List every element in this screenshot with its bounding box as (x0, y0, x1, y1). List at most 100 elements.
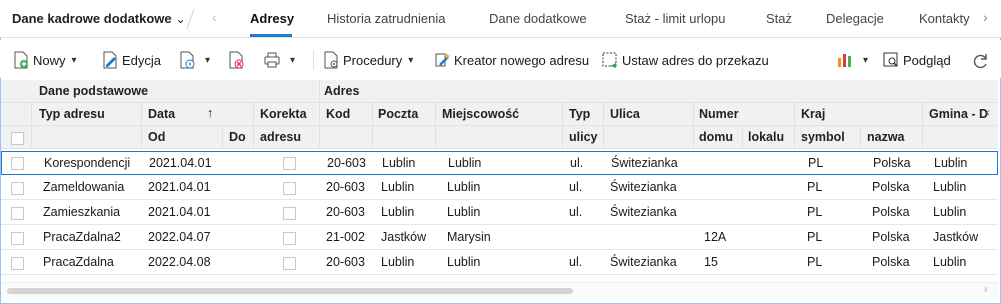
procedures-icon (322, 51, 340, 69)
table-row[interactable]: PracaZdalna2 2022.04.07 21-002 Jastków M… (1, 226, 998, 250)
new-button[interactable]: Nowy ▾ (12, 49, 77, 71)
cell-code: 20-603 (326, 180, 365, 194)
table-row[interactable]: PracaZdalna 2022.04.08 20-603 Lublin Lub… (1, 251, 998, 275)
chevron-down-icon: ▾ (71, 54, 77, 66)
tabs-scroll-right-icon[interactable]: › (983, 9, 988, 25)
column-header-country[interactable]: Kraj (801, 107, 825, 121)
cell-country-symbol: PL (808, 156, 824, 170)
column-header-date-from[interactable]: Od (148, 130, 165, 144)
cell-country-name: Polska (872, 205, 910, 219)
correction-checkbox[interactable] (283, 157, 296, 170)
sort-ascending-icon[interactable]: ↑ (207, 106, 213, 120)
column-header-country-name[interactable]: nazwa (867, 130, 905, 144)
transfer-address-icon (601, 51, 619, 69)
column-header-date-to[interactable]: Do (229, 130, 246, 144)
cell-post: Lublin (381, 180, 415, 194)
preview-button[interactable]: Podgląd (882, 49, 951, 71)
column-header-type[interactable]: Typ adresu (39, 107, 105, 121)
preview-icon (882, 51, 900, 69)
cell-date-from: 2022.04.08 (148, 255, 211, 269)
refresh-button[interactable] (970, 49, 991, 71)
column-header-date[interactable]: Data (148, 107, 175, 121)
row-select-checkbox[interactable] (11, 207, 24, 220)
select-all-checkbox[interactable] (11, 132, 24, 145)
bar-chart-icon (836, 51, 854, 69)
address-wizard-button[interactable]: Kreator nowego adresu (433, 49, 589, 71)
column-header-flat[interactable]: lokalu (748, 130, 784, 144)
column-header-house[interactable]: domu (699, 130, 733, 144)
edit-button[interactable]: Edycja (101, 49, 161, 71)
correction-checkbox[interactable] (283, 257, 296, 270)
correction-checkbox[interactable] (283, 182, 296, 195)
tab-staz-limit-urlopu[interactable]: Staż - limit urlopu (625, 11, 725, 26)
cell-post: Lublin (381, 205, 415, 219)
table-row[interactable]: Zamieszkania 2021.04.01 20-603 Lublin Lu… (1, 201, 998, 225)
column-header-street-type[interactable]: Typ (569, 107, 590, 121)
cell-type: PracaZdalna (43, 255, 114, 269)
address-wizard-label: Kreator nowego adresu (454, 52, 590, 68)
cell-commune: Lublin (933, 255, 967, 269)
set-transfer-address-button[interactable]: Ustaw adres do przekazu (601, 49, 769, 71)
cell-country-name: Polska (872, 180, 910, 194)
set-transfer-address-label: Ustaw adres do przekazu (622, 52, 769, 68)
cell-post: Lublin (381, 255, 415, 269)
row-select-checkbox[interactable] (11, 182, 24, 195)
chevron-down-icon: ▾ (205, 54, 211, 66)
document-info-icon (178, 51, 196, 69)
scroll-right-icon[interactable]: › (984, 284, 987, 295)
table-row[interactable]: Korespondencji 2021.04.01 20-603 Lublin … (1, 151, 998, 175)
scrollbar-thumb[interactable] (7, 288, 573, 294)
row-select-checkbox[interactable] (11, 257, 24, 270)
cell-commune: Lublin (933, 205, 967, 219)
column-header-commune[interactable]: Gmina - D (929, 107, 988, 121)
chevron-down-icon: ⌄ (175, 12, 186, 26)
column-header-number[interactable]: Numer (699, 107, 739, 121)
cell-code: 20-603 (326, 205, 365, 219)
cell-street-type: ul. (569, 180, 583, 194)
tab-staz[interactable]: Staż (766, 11, 792, 26)
columns-scroll-left-icon[interactable]: ‹ (986, 105, 990, 119)
tab-kontakty[interactable]: Kontakty (919, 11, 970, 26)
cell-code: 21-002 (326, 230, 365, 244)
edit-button-label: Edycja (122, 52, 162, 68)
correction-checkbox[interactable] (283, 207, 296, 220)
correction-checkbox[interactable] (283, 232, 296, 245)
cell-date-from: 2021.04.01 (149, 156, 212, 170)
column-header-street-type-sub: ulicy (569, 130, 598, 144)
cell-type: Zameldowania (43, 180, 125, 194)
tab-bar: Dane kadrowe dodatkowe ⌄ ‹ Adresy Histori… (0, 0, 1001, 38)
cell-type: PracaZdalna2 (43, 230, 121, 244)
column-header-code[interactable]: Kod (326, 107, 350, 121)
context-switcher[interactable]: Dane kadrowe dodatkowe ⌄ (12, 11, 186, 26)
tabs-scroll-left-icon[interactable]: ‹ (212, 9, 217, 25)
delete-button[interactable] (227, 49, 248, 71)
tab-delegacje[interactable]: Delegacje (826, 11, 884, 26)
cell-date-from: 2022.04.07 (148, 230, 211, 244)
column-header-street[interactable]: Ulica (610, 107, 640, 121)
preview-button-label: Podgląd (903, 52, 951, 68)
tab-historia-zatrudnienia[interactable]: Historia zatrudnienia (327, 11, 446, 26)
table-row[interactable]: Zameldowania 2021.04.01 20-603 Lublin Lu… (1, 176, 998, 200)
printer-icon (263, 51, 281, 69)
cell-type: Zamieszkania (43, 205, 121, 219)
column-header-city[interactable]: Miejscowość (442, 107, 519, 121)
cell-city: Lublin (447, 180, 481, 194)
horizontal-scrollbar[interactable]: › (1, 282, 998, 298)
row-select-checkbox[interactable] (11, 157, 24, 170)
tab-dane-dodatkowe[interactable]: Dane dodatkowe (489, 11, 587, 26)
cell-house: 12A (704, 230, 727, 244)
tab-adresy[interactable]: Adresy (250, 11, 294, 26)
column-header-country-symbol[interactable]: symbol (801, 130, 845, 144)
charts-button[interactable]: ▾ (836, 49, 868, 71)
cell-code: 20-603 (326, 255, 365, 269)
cell-code: 20-603 (327, 156, 366, 170)
column-header-correction[interactable]: Korekta (260, 107, 307, 121)
column-header-post[interactable]: Poczta (378, 107, 418, 121)
procedures-button[interactable]: Procedury ▾ (322, 49, 413, 71)
context-switcher-label: Dane kadrowe dodatkowe (12, 11, 172, 26)
print-button[interactable]: ▾ (263, 49, 295, 71)
toolbar-divider (313, 50, 314, 70)
row-select-checkbox[interactable] (11, 232, 24, 245)
document-info-button[interactable]: ▾ (178, 49, 210, 71)
cell-country-name: Polska (872, 255, 910, 269)
